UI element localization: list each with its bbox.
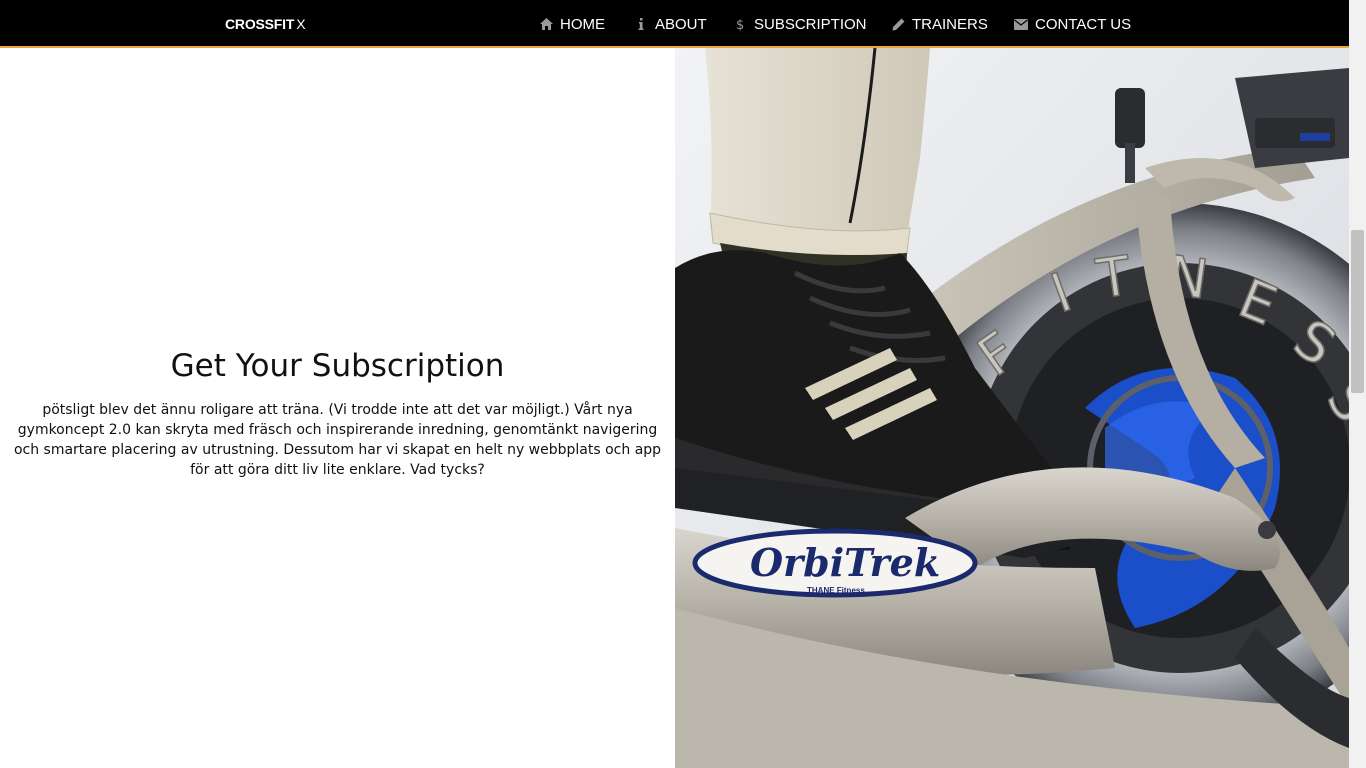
section-paragraph: pötsligt blev det ännu roligare att trän… — [13, 402, 662, 478]
pencil-icon — [891, 17, 905, 31]
nav-about[interactable]: ABOUT — [634, 14, 707, 34]
top-navbar: CROSSFIT X HOME ABOUT $ SUBSCRIPTION TRAI… — [0, 0, 1349, 48]
hero-brand-sub: THANE Fitness — [807, 586, 865, 595]
brand-name: CROSSFIT — [225, 16, 295, 32]
brand-logo[interactable]: CROSSFIT X — [225, 15, 306, 33]
nav-about-label: ABOUT — [655, 15, 707, 33]
envelope-icon — [1014, 17, 1028, 31]
nav-subscription-label: SUBSCRIPTION — [754, 15, 867, 33]
hero-brand-text: OrbiTrek — [750, 540, 940, 585]
nav-trainers-label: TRAINERS — [912, 15, 988, 33]
nav-home-label: HOME — [560, 15, 605, 33]
svg-text:$: $ — [736, 18, 744, 31]
brand-suffix: X — [296, 16, 306, 32]
nav-contact-label: CONTACT US — [1035, 15, 1132, 33]
info-icon — [634, 17, 648, 31]
dollar-icon: $ — [733, 17, 747, 31]
page-scrollbar[interactable] — [1349, 0, 1366, 768]
section-title: Get Your Subscription — [170, 348, 505, 384]
nav-trainers[interactable]: TRAINERS — [891, 14, 988, 34]
subscription-section: Get Your Subscription pötsligt blev det … — [0, 48, 675, 768]
hero-image: F I T N E S S OrbiTrek THANE Fitness — [675, 48, 1349, 768]
scrollbar-thumb[interactable] — [1351, 230, 1364, 393]
nav-contact[interactable]: CONTACT US — [1014, 14, 1131, 34]
nav-home[interactable]: HOME — [539, 14, 605, 34]
home-icon — [539, 17, 553, 31]
nav-subscription[interactable]: $ SUBSCRIPTION — [733, 14, 867, 34]
